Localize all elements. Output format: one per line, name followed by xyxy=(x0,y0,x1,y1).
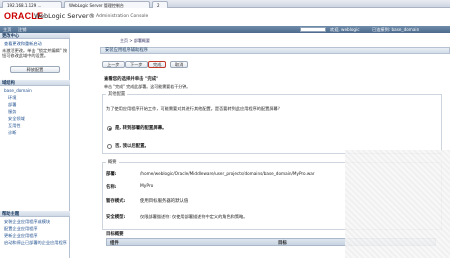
help-item[interactable]: 安装企业应用程序或模块 xyxy=(4,219,50,225)
additional-config-legend: 其他配置 xyxy=(106,91,128,97)
tree-item-services[interactable]: 服务 xyxy=(8,109,16,115)
target-col-target[interactable]: 目标 xyxy=(278,240,287,246)
tree-item-domain[interactable]: base_domain xyxy=(4,88,32,93)
radio-yes[interactable] xyxy=(107,126,112,131)
product-subtitle: Administration Console xyxy=(96,14,149,19)
summary-value: /home/weblogic/Oracle/Middleware/user_pr… xyxy=(140,171,315,176)
additional-config-fieldset xyxy=(102,94,442,154)
tree-item-environment[interactable]: 环境 xyxy=(8,95,16,101)
back-button[interactable]: 上一步 xyxy=(102,61,125,68)
breadcrumb[interactable]: 主页 > 部署概要 xyxy=(120,38,150,44)
help-item[interactable]: 更新企业应用程序 xyxy=(4,233,38,239)
help-item[interactable]: 配置企业应用程序 xyxy=(4,226,38,232)
summary-value: 仅限部署描述符: 仅使用部署描述符中定义的角色和策略。 xyxy=(140,214,248,219)
tree-item-interoperability[interactable]: 互用性 xyxy=(8,123,21,129)
search-input[interactable] xyxy=(300,27,326,32)
summary-key: 安全模型: xyxy=(106,215,126,220)
summary-key: 名称: xyxy=(106,185,117,190)
help-item[interactable]: 启动和停止已部署的企业应用程序 xyxy=(4,240,67,246)
browser-tab-3[interactable]: 2 xyxy=(152,1,168,8)
cancel-button[interactable]: 取消 xyxy=(170,61,189,68)
tree-item-diagnostics[interactable]: 诊断 xyxy=(8,130,16,136)
domain-structure-title: 域结构 xyxy=(0,80,70,86)
target-col-component[interactable]: 组件 xyxy=(110,240,119,246)
change-center-message: 未激活更改。单击 "锁定并编辑" 按钮可修改此域中的设置。 xyxy=(2,48,68,58)
summary-value: 使用目标服务器的默认值 xyxy=(140,199,189,204)
browser-tab-1[interactable]: 192.168.1.129 ... xyxy=(2,1,62,8)
radio-no-label: 否, 我以后配置。 xyxy=(115,144,149,149)
release-config-button[interactable]: 释放配置 xyxy=(10,66,60,73)
view-changes-link[interactable]: 查看更改和重新启动 xyxy=(4,41,42,47)
tree-item-security-realms[interactable]: 安全领域 xyxy=(8,116,25,122)
summary-key: 暂存模式: xyxy=(106,199,126,204)
target-summary-title: 目标概要 xyxy=(106,232,124,237)
next-button[interactable]: 下一步 xyxy=(125,61,148,68)
summary-key: 部署: xyxy=(106,172,117,177)
radio-yes-label: 是, 转到部署的配置屏幕。 xyxy=(115,126,167,131)
summary-value: MyPro xyxy=(140,184,154,189)
change-center-title: 更改中心 xyxy=(0,33,70,39)
browser-tab-2[interactable]: WebLogic Server 管理控制台 xyxy=(64,1,150,8)
summary-legend: 概要 xyxy=(106,159,119,165)
section-title: 安装应用程序辅助程序 xyxy=(100,47,450,54)
help-topics-title: 帮助主题 xyxy=(0,211,70,217)
product-name: WebLogic Server® xyxy=(34,12,96,20)
tree-item-deployments[interactable]: 部署 xyxy=(8,102,16,108)
review-title: 查看您的选择并单击 "完成" xyxy=(104,77,159,82)
additional-config-question: 为了使用应用程序开始工作，可能需要对其进行其他配置。是否要转到此应用程序的配置屏… xyxy=(106,106,282,111)
review-description: 单击 "完成" 完成此部署。这可能需要若干分钟。 xyxy=(104,84,191,89)
finish-button[interactable]: 完成 xyxy=(148,61,167,68)
obscured-region xyxy=(345,150,450,258)
radio-no[interactable] xyxy=(107,144,112,149)
